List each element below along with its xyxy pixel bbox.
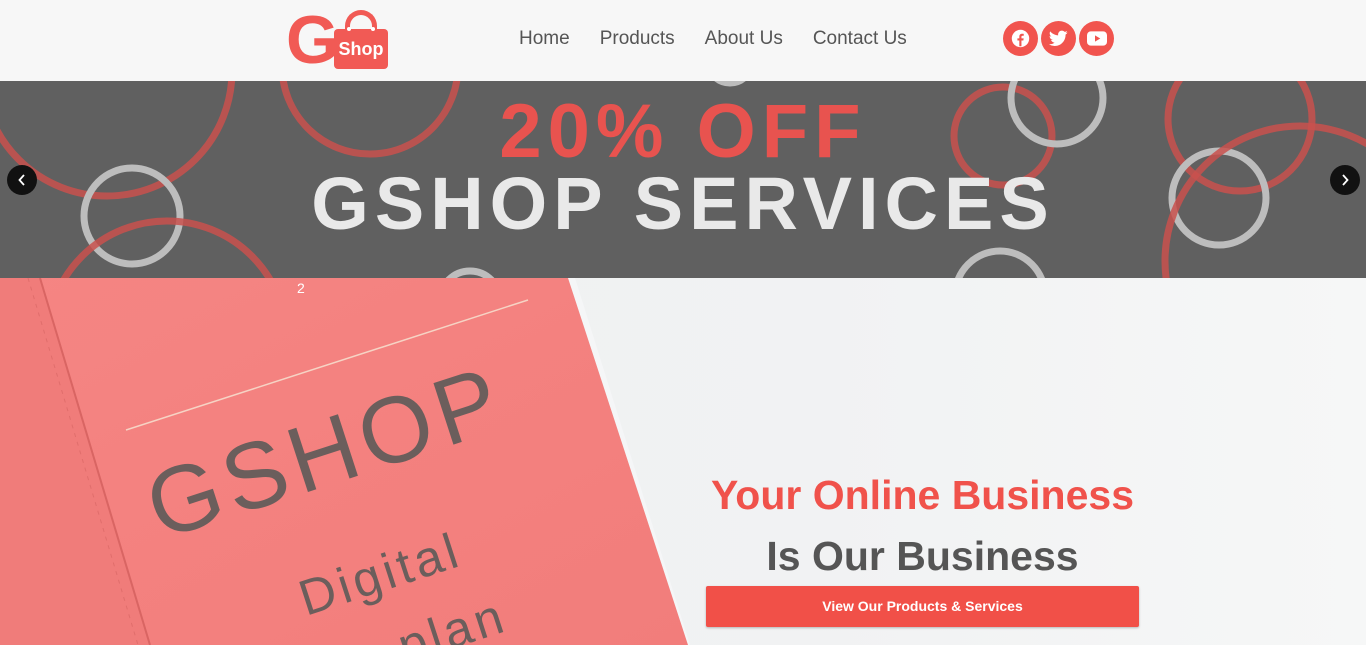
facebook-button[interactable]	[1003, 21, 1038, 56]
booklet-page-mark: 2	[297, 280, 305, 296]
hero-title-line-2: Is Our Business	[766, 533, 1079, 579]
gshop-logo[interactable]: G Shop	[286, 2, 390, 78]
view-products-button[interactable]: View Our Products & Services	[706, 586, 1139, 627]
nav-home[interactable]: Home	[519, 27, 570, 51]
hero-title-line-1: Your Online Business	[711, 472, 1134, 518]
bag-rivet	[371, 27, 375, 31]
youtube-button[interactable]	[1079, 21, 1114, 56]
hero-section: 2 GSHOP Digital plan Your Online Busines…	[0, 278, 1366, 645]
youtube-icon	[1086, 31, 1107, 46]
social-links	[1003, 21, 1114, 56]
nav-contact-us[interactable]: Contact Us	[813, 27, 907, 51]
booklet-image: 2 GSHOP Digital plan	[0, 278, 690, 645]
logo-letter: G	[286, 2, 339, 78]
site-header: G Shop Home Products About Us Contact Us	[0, 0, 1366, 81]
main-nav: Home Products About Us Contact Us	[519, 27, 937, 51]
nav-about-us[interactable]: About Us	[705, 27, 783, 51]
slider-prev-button[interactable]	[7, 165, 37, 195]
twitter-icon	[1049, 30, 1068, 46]
promo-banner: 20% OFF GSHOP SERVICES	[0, 81, 1366, 278]
chevron-right-icon	[1342, 174, 1349, 186]
banner-services-text: GSHOP SERVICES	[311, 162, 1055, 245]
twitter-button[interactable]	[1041, 21, 1076, 56]
bag-rivet	[347, 27, 351, 31]
logo-bag-text: Shop	[338, 39, 384, 59]
nav-products[interactable]: Products	[600, 27, 675, 51]
slider-next-button[interactable]	[1330, 165, 1360, 195]
chevron-left-icon	[18, 174, 25, 186]
facebook-icon	[1011, 29, 1030, 48]
